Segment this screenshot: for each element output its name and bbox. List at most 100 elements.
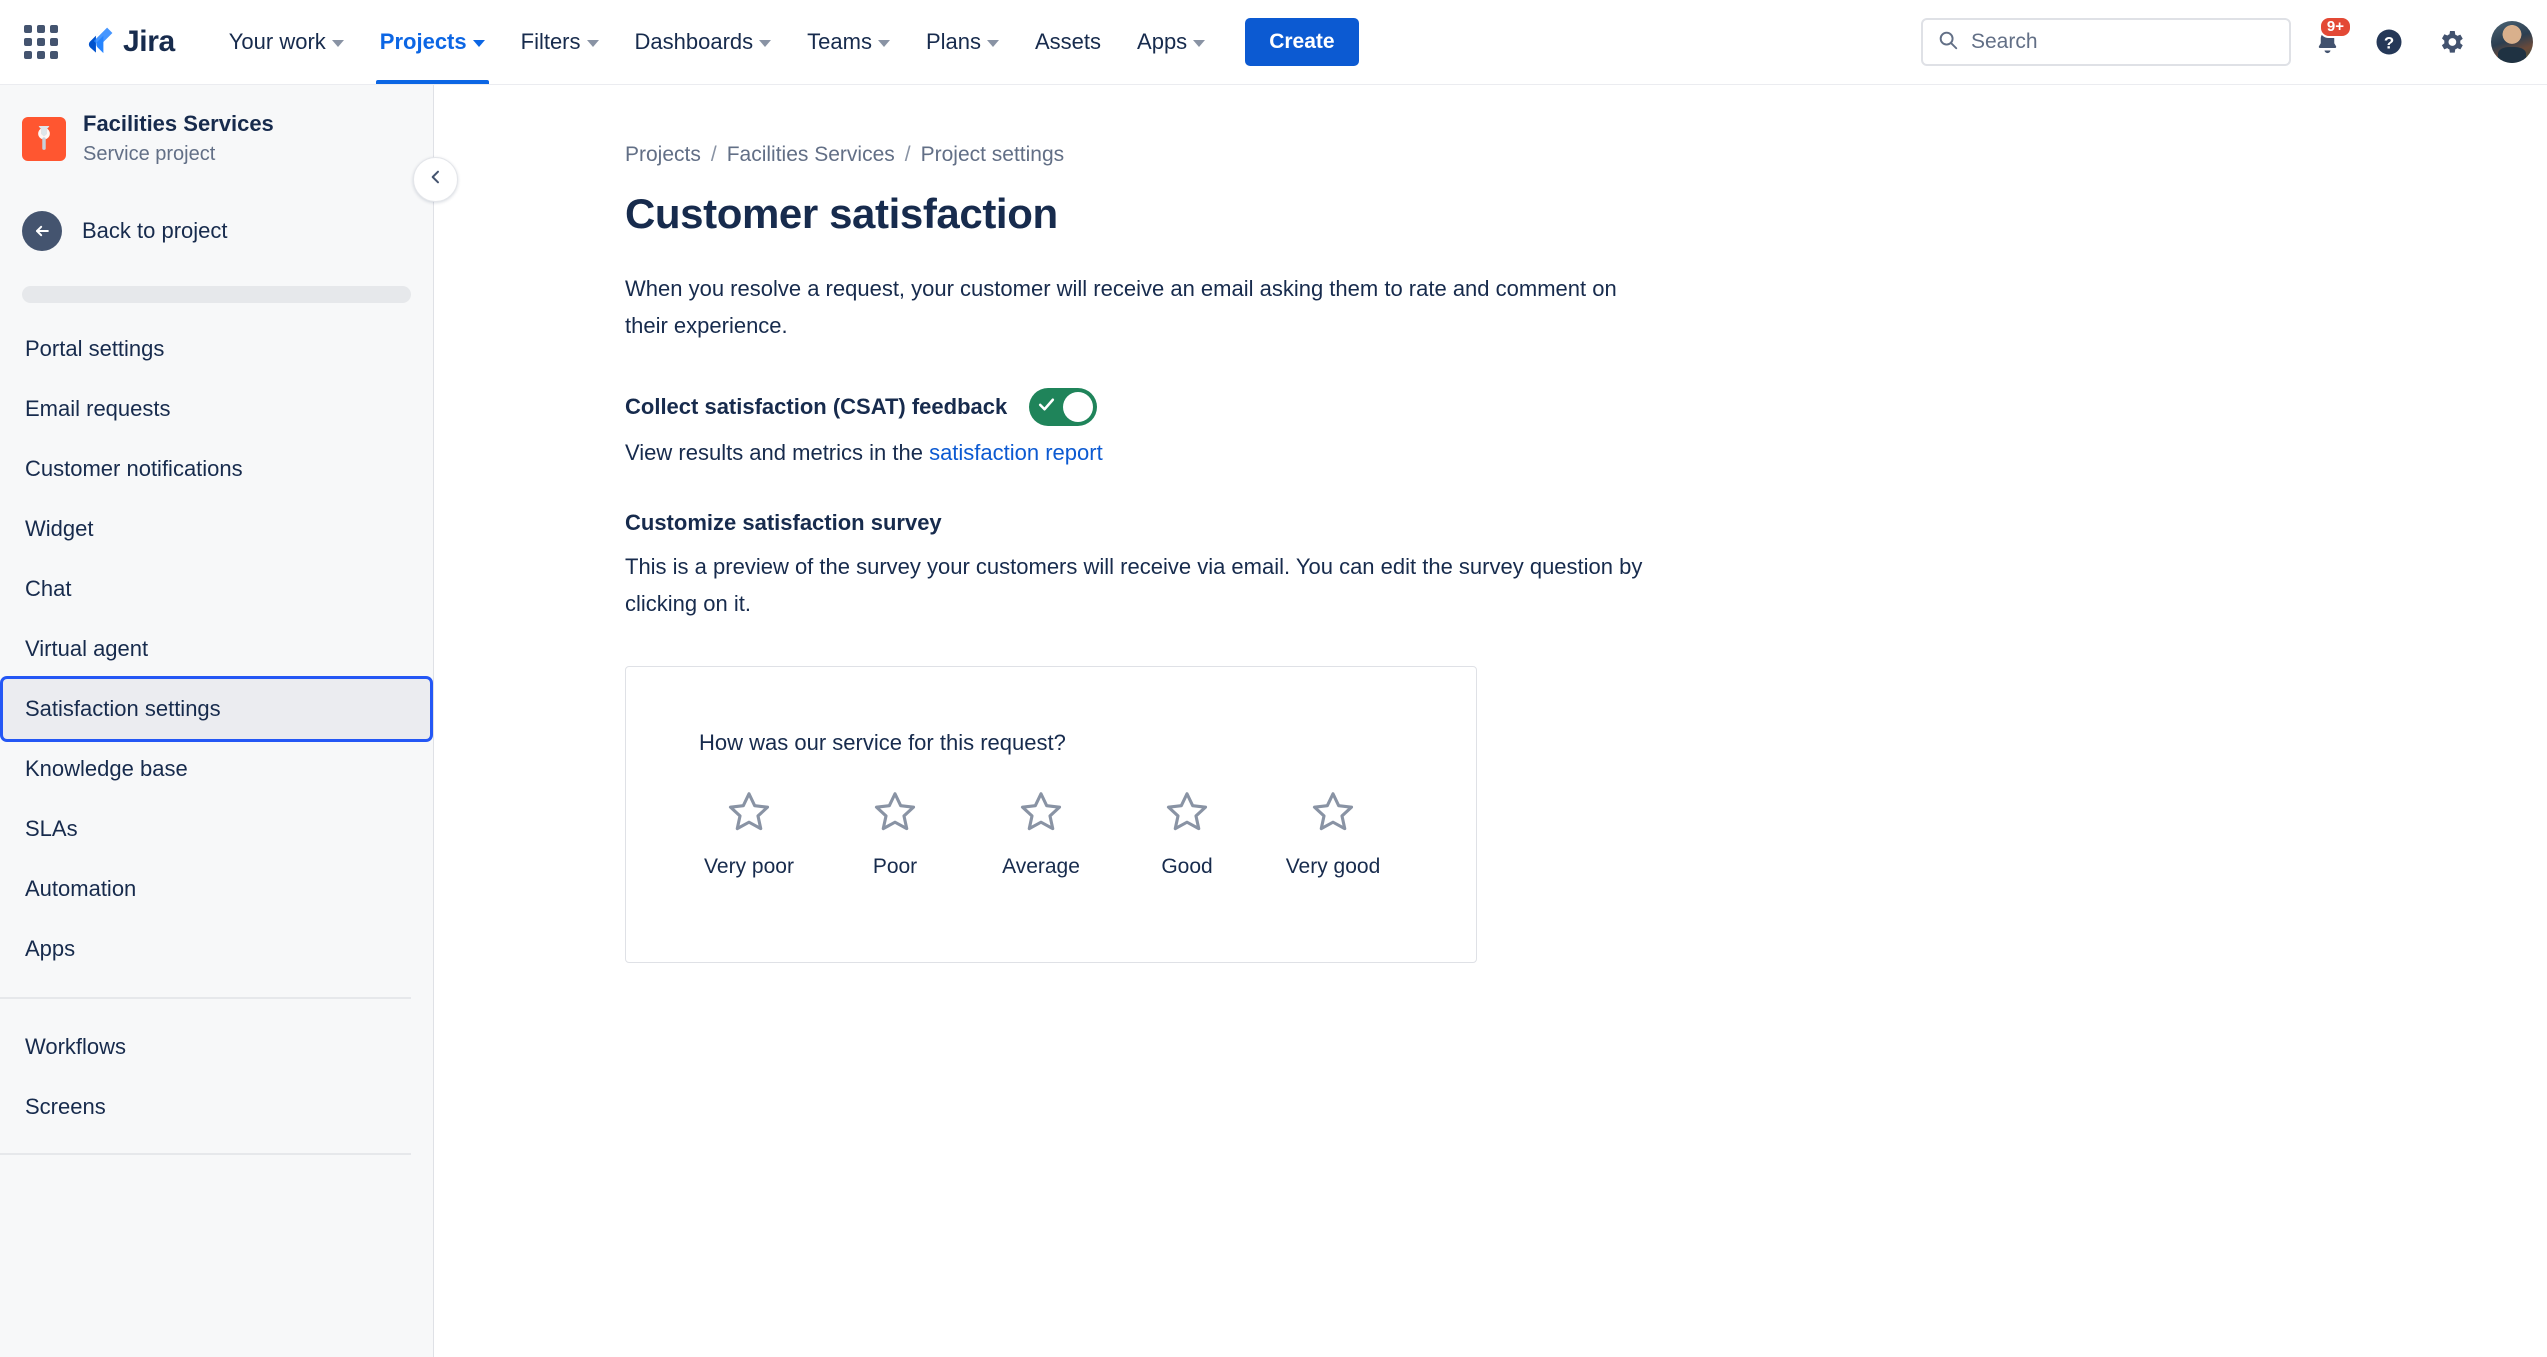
jira-home-logo[interactable]: Jira (80, 25, 175, 59)
sidebar-divider-bottom (0, 1153, 411, 1155)
search-icon (1937, 29, 1959, 56)
back-to-project-label: Back to project (82, 218, 228, 243)
star-icon (727, 789, 771, 838)
satisfaction-report-link[interactable]: satisfaction report (929, 440, 1103, 465)
help-question-icon[interactable]: ? (2363, 16, 2415, 68)
sidebar-item-satisfaction-settings[interactable]: Satisfaction settings (3, 679, 430, 739)
nav-label: Filters (520, 29, 581, 54)
star-icon (1311, 789, 1355, 838)
nav-item-dashboards[interactable]: Dashboards (617, 0, 790, 84)
notifications-bell-icon[interactable]: 9+ (2301, 16, 2353, 68)
chevron-down-icon (586, 40, 599, 47)
nav-item-apps[interactable]: Apps (1119, 0, 1223, 84)
sidebar-placeholder-bar (22, 286, 411, 303)
rating-label: Very good (1285, 855, 1381, 878)
nav-item-assets[interactable]: Assets (1017, 0, 1119, 84)
search-placeholder: Search (1971, 30, 2038, 53)
arrow-left-icon (22, 211, 62, 251)
rating-option-poor[interactable]: Poor (822, 789, 968, 879)
sidebar-item-slas[interactable]: SLAs (3, 799, 430, 859)
csat-toggle-label: Collect satisfaction (CSAT) feedback (625, 394, 1008, 419)
notification-count-badge: 9+ (2318, 16, 2352, 38)
page-title: Customer satisfaction (625, 190, 1058, 237)
sidebar-item-chat[interactable]: Chat (3, 559, 430, 619)
settings-gear-icon[interactable] (2425, 16, 2477, 68)
sidebar-item-label: Apps (25, 936, 76, 961)
sidebar-item-label: Screens (25, 1094, 106, 1119)
breadcrumb-project-settings[interactable]: Project settings (921, 143, 1065, 167)
project-type: Service project (83, 143, 216, 165)
breadcrumb-projects[interactable]: Projects (625, 143, 701, 167)
breadcrumb-separator: / (710, 143, 717, 166)
rating-label: Poor (872, 855, 918, 878)
collapse-sidebar-button[interactable] (413, 157, 458, 202)
sidebar-item-email-requests[interactable]: Email requests (3, 379, 430, 439)
topnav-right-zone: Search 9+ ? (1921, 16, 2547, 68)
toggle-knob (1063, 392, 1094, 422)
sidebar-item-portal-settings[interactable]: Portal settings (3, 319, 430, 379)
chevron-down-icon (472, 40, 485, 47)
sidebar-item-label: Automation (25, 876, 137, 901)
nav-item-projects[interactable]: Projects (362, 0, 503, 84)
sidebar-item-customer-notifications[interactable]: Customer notifications (3, 439, 430, 499)
sidebar-item-label: Portal settings (25, 336, 165, 361)
nav-label: Assets (1035, 29, 1102, 54)
satisfaction-report-prefix: View results and metrics in the (625, 440, 930, 465)
search-input[interactable]: Search (1921, 18, 2291, 66)
rating-option-good[interactable]: Good (1114, 789, 1260, 879)
nav-item-plans[interactable]: Plans (908, 0, 1017, 84)
chevron-down-icon (331, 40, 344, 47)
sidebar-item-virtual-agent[interactable]: Virtual agent (3, 619, 430, 679)
nav-label: Dashboards (634, 29, 754, 54)
chevron-down-icon (1193, 40, 1206, 47)
rating-option-average[interactable]: Average (968, 789, 1114, 879)
sidebar-item-workflows[interactable]: Workflows (3, 1017, 430, 1077)
breadcrumb-separator: / (904, 143, 911, 166)
nav-label: Apps (1137, 29, 1188, 54)
app-switcher-icon[interactable] (22, 23, 60, 61)
sidebar-item-label: SLAs (25, 816, 78, 841)
rating-label: Good (1161, 855, 1213, 878)
rating-option-very-good[interactable]: Very good (1260, 789, 1406, 879)
nav-label: Plans (925, 29, 981, 54)
rating-option-very-poor[interactable]: Very poor (676, 789, 822, 879)
project-name: Facilities Services (83, 111, 274, 136)
sidebar-item-apps[interactable]: Apps (3, 919, 430, 979)
chevron-down-icon (987, 40, 999, 47)
sidebar-item-label: Workflows (25, 1034, 127, 1059)
rating-label: Very poor (704, 855, 794, 878)
chevron-left-icon (428, 169, 444, 190)
page-description: When you resolve a request, your custome… (625, 276, 1617, 338)
nav-label: Teams (807, 29, 872, 54)
sidebar-item-knowledge-base[interactable]: Knowledge base (3, 739, 430, 799)
survey-question[interactable]: How was our service for this request? (626, 667, 1476, 756)
user-avatar[interactable] (2491, 21, 2533, 63)
breadcrumb-facilities-services[interactable]: Facilities Services (727, 143, 895, 167)
sidebar-item-label: Chat (25, 576, 72, 601)
star-icon (1165, 789, 1209, 838)
sidebar-menu: Portal settings Email requests Customer … (0, 319, 433, 1155)
sidebar-item-screens[interactable]: Screens (3, 1077, 430, 1137)
sidebar-item-label: Email requests (25, 396, 171, 421)
primary-nav-items: Your work Projects Filters Dashboards Te… (211, 0, 1223, 84)
survey-preview-card: How was our service for this request? Ve… (625, 666, 1477, 963)
csat-toggle-switch[interactable] (1029, 388, 1098, 426)
project-settings-sidebar: Facilities Services Service project Back… (0, 85, 434, 1357)
create-button[interactable]: Create (1245, 18, 1359, 66)
back-to-project-button[interactable]: Back to project (0, 206, 433, 256)
customize-survey-heading: Customize satisfaction survey (625, 510, 942, 535)
sidebar-item-automation[interactable]: Automation (3, 859, 430, 919)
nav-item-your-work[interactable]: Your work (211, 0, 362, 84)
survey-rating-scale: Very poor Poor Average Good Very good (626, 756, 1476, 879)
project-header[interactable]: Facilities Services Service project (0, 85, 433, 168)
nav-item-filters[interactable]: Filters (503, 0, 617, 84)
main-content: Projects / Facilities Services / Project… (435, 85, 2547, 1357)
sidebar-item-widget[interactable]: Widget (3, 499, 430, 559)
sidebar-divider (0, 997, 411, 999)
jira-logo-icon (80, 25, 114, 59)
chevron-down-icon (877, 40, 890, 47)
sidebar-item-label: Knowledge base (25, 756, 188, 781)
star-icon (1019, 789, 1063, 838)
nav-item-teams[interactable]: Teams (789, 0, 908, 84)
project-wrench-icon (22, 117, 66, 161)
